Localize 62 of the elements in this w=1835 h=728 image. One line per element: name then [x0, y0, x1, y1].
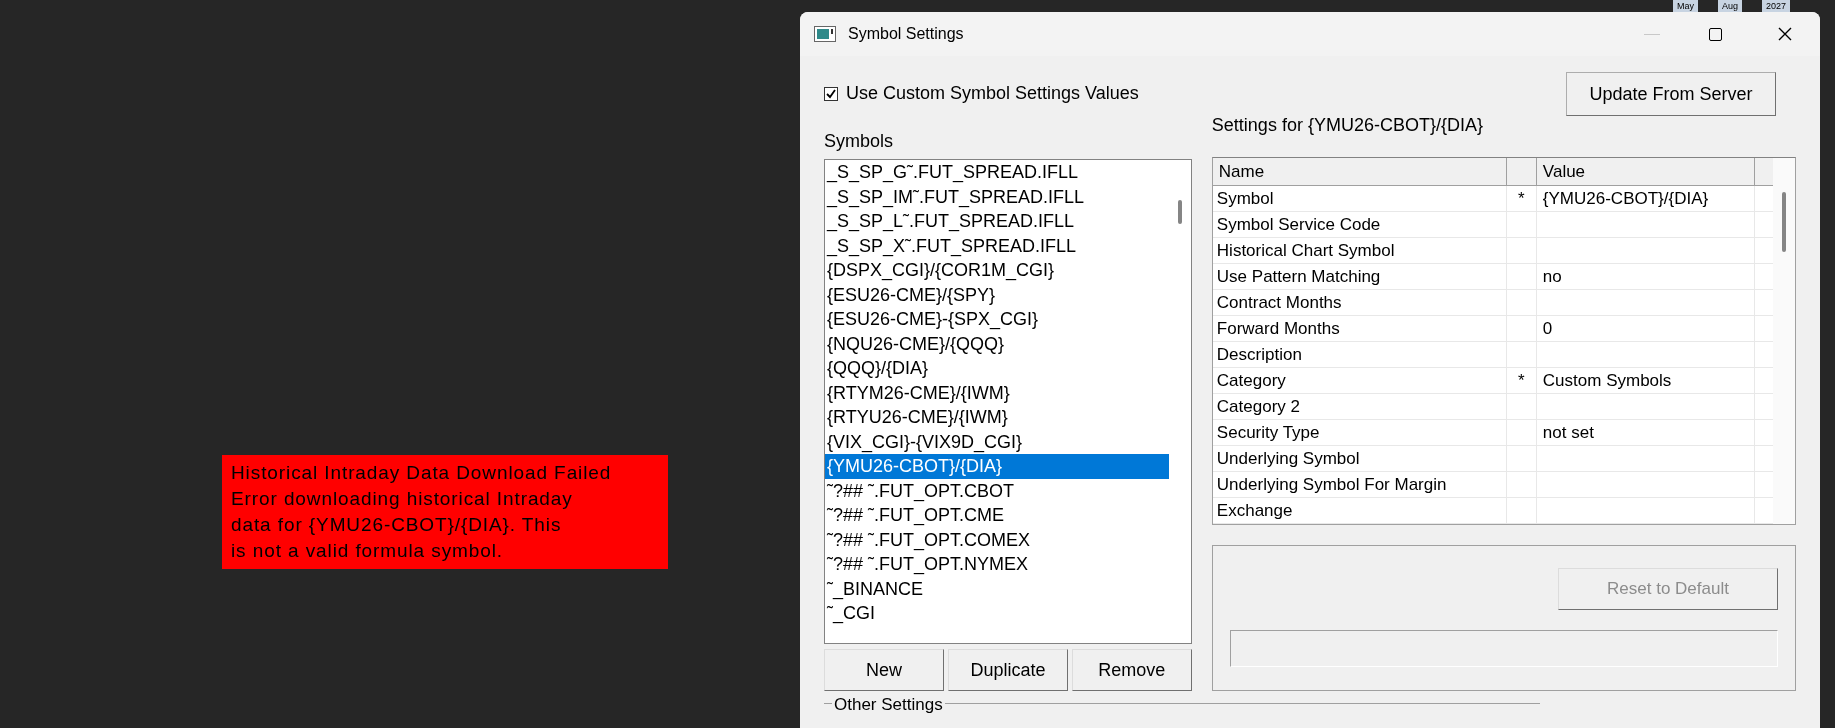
modified-marker-label: * — [1518, 370, 1525, 392]
symbol-list-item[interactable]: ˜?## ˜.FUT_OPT.CBOT — [825, 478, 1169, 503]
symbol-list-item[interactable]: {RTYM26-CME}/{IWM} — [825, 380, 1169, 405]
settings-title: Settings for {YMU26-CBOT}/{DIA} — [1211, 114, 1484, 137]
list-action-button[interactable]: New — [824, 649, 944, 691]
chart-axis-label: Aug — [1717, 0, 1742, 12]
other-settings-label: Other Settings — [832, 695, 945, 714]
setting-name: Historical Chart Symbol — [1212, 238, 1507, 263]
setting-name: Symbol — [1212, 186, 1507, 211]
list-action-button[interactable]: Remove — [1071, 649, 1192, 691]
chart-axis-label: May — [1672, 0, 1698, 12]
error-text: is not a valid formula symbol. — [231, 539, 504, 563]
setting-name: Symbol Service Code — [1212, 212, 1507, 237]
setting-name: Forward Months — [1212, 316, 1507, 341]
custom-values-checkbox[interactable]: Use Custom Symbol Settings Values — [824, 80, 1139, 107]
column-header[interactable]: Value — [1536, 158, 1755, 185]
chart-axis-label: 2027 — [1761, 0, 1790, 12]
setting-value[interactable]: Custom Symbols — [1542, 371, 1672, 390]
symbol-list-item[interactable]: ˜_BINANCE — [825, 576, 1169, 601]
checkmark-icon — [826, 88, 836, 99]
description-field[interactable] — [1229, 630, 1778, 667]
setting-name: Description — [1212, 342, 1507, 367]
setting-value[interactable]: {YMU26-CBOT}/{DIA} — [1542, 189, 1709, 208]
symbol-list-item[interactable]: {ESU26-CME}/{SPY} — [825, 282, 1169, 307]
symbol-list-item[interactable]: ˜_CGI — [825, 601, 1169, 626]
column-header[interactable]: Name — [1212, 158, 1507, 185]
window-title: Symbol Settings — [848, 24, 964, 44]
symbol-list-item[interactable]: ˜?## ˜.FUT_OPT.CME — [825, 503, 1169, 528]
symbols-label: Symbols — [824, 130, 895, 153]
symbol-list-item[interactable]: {ESU26-CME}-{SPX_CGI} — [825, 307, 1169, 332]
symbol-list-item[interactable]: ˜?## ˜.FUT_OPT.COMEX — [825, 527, 1169, 552]
symbol-list-item[interactable]: {DSPX_CGI}/{COR1M_CGI} — [825, 258, 1169, 283]
symbol-list-item[interactable]: _S_SP_X˜.FUT_SPREAD.IFLL — [825, 233, 1169, 258]
symbol-list-item[interactable]: {VIX_CGI}-{VIX9D_CGI} — [825, 429, 1169, 454]
setting-value[interactable]: no — [1542, 267, 1562, 286]
symbol-list-item[interactable]: {NQU26-CME}/{QQQ} — [825, 331, 1169, 356]
setting-name: Category 2 — [1212, 394, 1507, 419]
window-icon — [814, 26, 836, 42]
symbol-list-item[interactable]: _S_SP_G˜.FUT_SPREAD.IFLL — [825, 160, 1169, 185]
modified-marker-label: * — [1518, 188, 1525, 210]
symbol-list-item[interactable]: ˜?## ˜.FUT_OPT.NYMEX — [825, 552, 1169, 577]
setting-name: Security Type — [1212, 420, 1507, 445]
symbol-list-item[interactable]: _S_SP_IM˜.FUT_SPREAD.IFLL — [825, 184, 1169, 209]
close-icon — [1778, 27, 1792, 41]
error-text: Error downloading historical Intraday — [231, 487, 574, 511]
setting-value[interactable]: 0 — [1542, 319, 1553, 338]
setting-name: Category — [1212, 368, 1507, 393]
symbol-list-item[interactable]: {RTYU26-CME}/{IWM} — [825, 405, 1169, 430]
setting-value[interactable]: not set — [1542, 423, 1594, 442]
setting-name: Underlying Symbol — [1212, 446, 1507, 471]
symbol-list-item[interactable]: {YMU26-CBOT}/{DIA} — [825, 454, 1169, 479]
setting-name: Underlying Symbol For Margin — [1212, 472, 1507, 497]
error-title: Historical Intraday Data Download Failed — [231, 461, 613, 485]
setting-name: Contract Months — [1212, 290, 1507, 315]
symbol-list-item[interactable]: _S_SP_L˜.FUT_SPREAD.IFLL — [825, 209, 1169, 234]
update-from-server-button[interactable]: Update From Server — [1566, 72, 1776, 116]
error-text: data for {YMU26-CBOT}/{DIA}. This — [231, 513, 563, 537]
scrollbar[interactable] — [1773, 158, 1795, 524]
symbol-list-item[interactable]: {QQQ}/{DIA} — [825, 356, 1169, 381]
setting-name: Use Pattern Matching — [1212, 264, 1507, 289]
list-action-button[interactable]: Duplicate — [947, 649, 1068, 691]
setting-name: Exchange — [1212, 498, 1507, 523]
